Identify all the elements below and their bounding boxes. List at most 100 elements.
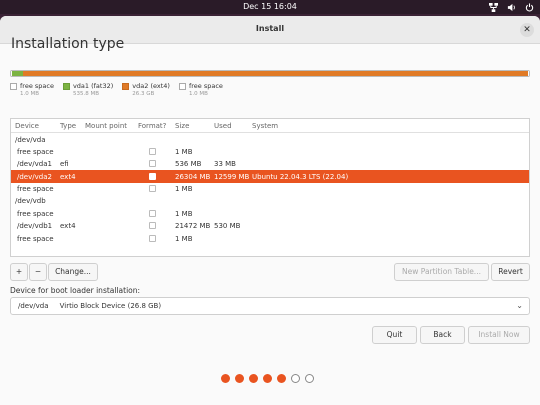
partition-toolbar: + − Change... New Partition Table... Rev… — [10, 263, 530, 281]
cell-type: ext4 — [60, 172, 76, 181]
cell-size: 536 MB — [175, 160, 202, 169]
col-format[interactable]: Format? — [138, 122, 166, 130]
cell-device: /dev/vda1 — [17, 160, 52, 169]
format-checkbox[interactable] — [149, 147, 156, 155]
legend-swatch-free — [10, 82, 17, 90]
boot-loader-select[interactable]: /dev/vda Virtio Block Device (26.8 GB) ⌄ — [10, 297, 530, 315]
quit-button[interactable]: Quit — [372, 326, 417, 344]
cell-size: 1 MB — [175, 234, 193, 243]
legend-item: free space 1.0 MB — [178, 82, 223, 97]
back-button[interactable]: Back — [420, 326, 465, 344]
volume-icon[interactable] — [507, 1, 516, 13]
close-icon: ✕ — [523, 25, 531, 35]
clock[interactable]: Dec 15 16:04 — [0, 2, 540, 11]
partbar-vda1 — [12, 71, 23, 76]
col-type[interactable]: Type — [60, 122, 76, 130]
progress-dot-complete — [263, 374, 272, 383]
revert-button[interactable]: Revert — [491, 263, 530, 281]
partbar-vda2 — [23, 71, 528, 76]
col-system[interactable]: System — [252, 122, 278, 130]
partition-bar — [10, 70, 530, 77]
legend-item: vda1 (fat32) 535.8 MB — [62, 82, 114, 97]
partition-legend: free space 1.0 MB vda1 (fat32) 535.8 MB … — [10, 82, 223, 97]
cell-type: efi — [60, 160, 69, 169]
cell-size: 1 MB — [175, 185, 193, 194]
cell-type: ext4 — [60, 222, 76, 231]
col-used[interactable]: Used — [214, 122, 232, 130]
top-bar: Dec 15 16:04 — [0, 0, 540, 14]
boot-loader-value: /dev/vda Virtio Block Device (26.8 GB) — [18, 302, 162, 310]
boot-loader-label: Device for boot loader installation: — [10, 286, 141, 295]
legend-swatch-free — [178, 82, 186, 90]
cell-size: 21472 MB — [175, 222, 211, 231]
legend-size: 1.0 MB — [188, 91, 208, 97]
close-button[interactable]: ✕ — [520, 23, 534, 37]
legend-swatch-fat32 — [62, 82, 70, 90]
new-partition-table-button[interactable]: New Partition Table... — [394, 263, 489, 281]
cell-used: 530 MB — [214, 222, 241, 231]
format-checkbox[interactable] — [149, 185, 156, 193]
cell-system: Ubuntu 22.04.3 LTS (22.04) — [252, 172, 349, 181]
partition-table[interactable]: Device Type Mount point Format? Size Use… — [10, 118, 530, 257]
cell-device: /dev/vdb — [15, 197, 46, 206]
legend-size: 535.8 MB — [72, 91, 99, 97]
legend-size: 26.3 GB — [132, 91, 155, 97]
page-title: Installation type — [11, 36, 125, 52]
cell-used: 12599 MB — [214, 172, 250, 181]
format-checkbox[interactable] — [149, 160, 156, 168]
progress-dot-complete — [277, 374, 286, 383]
legend-item: vda2 (ext4) 26.3 GB — [122, 82, 170, 97]
format-checkbox[interactable] — [149, 222, 156, 230]
table-row[interactable]: free space 1 MB — [11, 145, 529, 157]
cell-device: free space — [17, 185, 54, 194]
table-row[interactable]: /dev/vdb1 ext4 21472 MB 530 MB — [11, 220, 529, 232]
cell-device: free space — [17, 147, 54, 156]
remove-partition-button[interactable]: − — [29, 263, 47, 281]
legend-item: free space 1.0 MB — [10, 82, 54, 97]
progress-dot-pending — [291, 374, 300, 383]
table-header: Device Type Mount point Format? Size Use… — [11, 119, 529, 133]
cell-device: /dev/vdb1 — [17, 222, 53, 231]
table-body: /dev/vda free space 1 MB/dev/vda1 efi 536 MB… — [11, 133, 529, 245]
progress-dot-complete — [249, 374, 258, 383]
cell-device: free space — [17, 234, 54, 243]
col-size[interactable]: Size — [175, 122, 189, 130]
cell-size: 26304 MB — [175, 172, 211, 181]
network-icon[interactable] — [489, 1, 498, 13]
install-now-button[interactable]: Install Now — [468, 326, 530, 344]
cell-size: 1 MB — [175, 147, 193, 156]
progress-dot-complete — [235, 374, 244, 383]
table-row[interactable]: /dev/vdb — [11, 195, 529, 207]
cell-device: /dev/vda — [15, 135, 46, 144]
legend-swatch-ext4 — [122, 82, 130, 90]
format-checkbox[interactable] — [149, 234, 156, 242]
legend-size: 1.0 MB — [20, 91, 40, 97]
legend-label: vda2 (ext4) — [132, 82, 170, 90]
cell-size: 1 MB — [175, 209, 193, 218]
chevron-down-icon: ⌄ — [516, 301, 523, 310]
table-row[interactable]: /dev/vda2 ext4 26304 MB 12599 MB Ubuntu 22.0… — [11, 170, 529, 183]
add-partition-button[interactable]: + — [10, 263, 28, 281]
system-tray[interactable] — [489, 1, 534, 13]
table-row[interactable]: free space 1 MB — [11, 207, 529, 219]
legend-label: free space — [20, 82, 54, 90]
table-row[interactable]: /dev/vda — [11, 133, 529, 145]
window-title: Install — [255, 24, 285, 33]
table-row[interactable]: free space 1 MB — [11, 232, 529, 244]
progress-dot-complete — [221, 374, 230, 383]
power-icon[interactable] — [525, 1, 534, 13]
cell-device: /dev/vda2 — [17, 172, 52, 181]
partbar-free-2 — [528, 71, 529, 76]
cell-used: 33 MB — [214, 160, 236, 169]
cell-device: free space — [17, 209, 54, 218]
table-row[interactable]: /dev/vda1 efi 536 MB 33 MB — [11, 158, 529, 170]
format-checkbox[interactable] — [149, 172, 156, 180]
change-partition-button[interactable]: Change... — [48, 263, 98, 281]
table-row[interactable]: free space 1 MB — [11, 183, 529, 195]
format-checkbox[interactable] — [149, 209, 156, 217]
col-device[interactable]: Device — [15, 122, 39, 130]
col-mount-point[interactable]: Mount point — [85, 122, 127, 130]
legend-label: vda1 (fat32) — [72, 82, 114, 90]
legend-label: free space — [188, 82, 223, 90]
progress-dot-pending — [305, 374, 314, 383]
